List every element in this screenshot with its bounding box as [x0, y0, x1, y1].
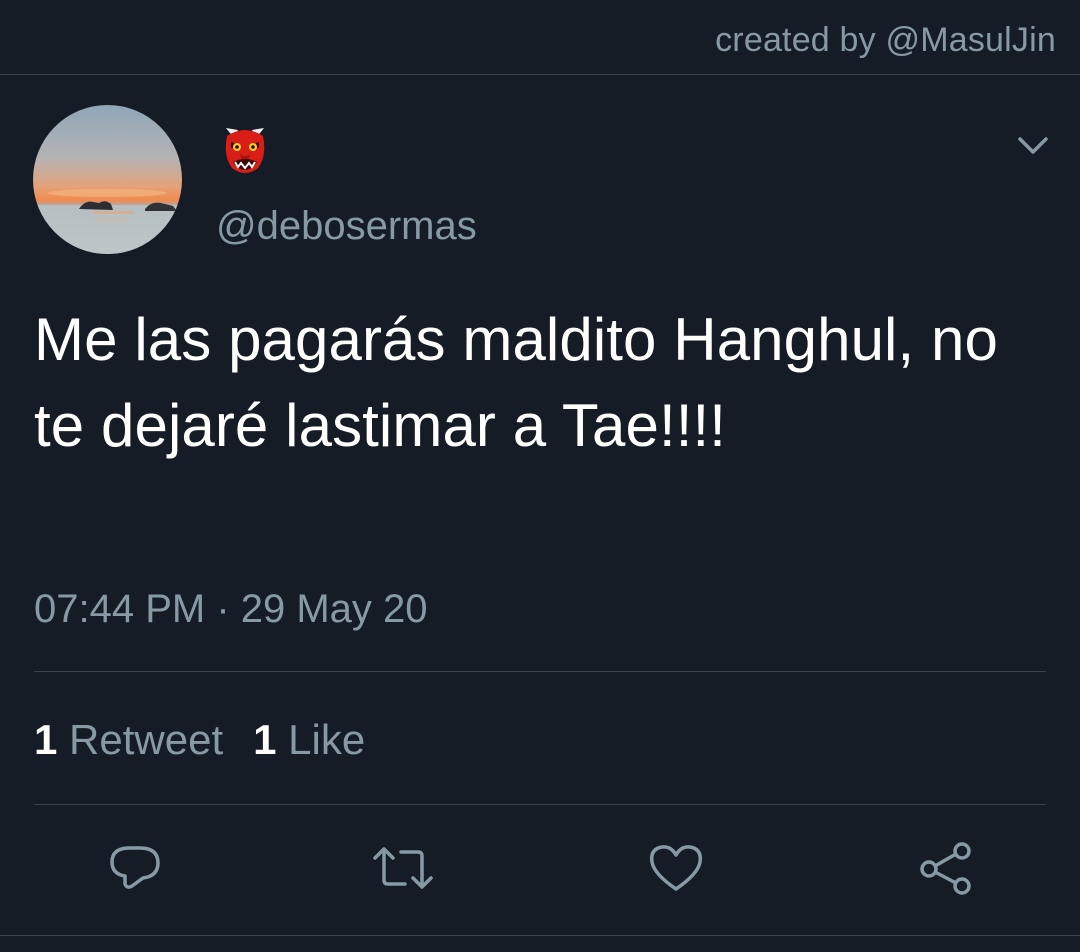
tweet-text: Me las pagarás maldito Hanghul, no te de… [34, 306, 998, 459]
tweet-timestamp[interactable]: 07:44 PM · 29 May 20 [34, 584, 428, 634]
like-count: 1 [253, 716, 277, 763]
credit-watermark: created by @MasulJin [715, 21, 1056, 59]
retweet-count: 1 [34, 716, 58, 763]
like-icon [649, 845, 703, 891]
like-stat[interactable]: 1 Like [253, 714, 365, 766]
chevron-down-icon[interactable] [1014, 132, 1052, 160]
retweet-icon [373, 847, 433, 889]
like-label: Like [288, 716, 366, 763]
retweet-stat[interactable]: 1 Retweet [34, 714, 223, 766]
retweet-button[interactable] [373, 838, 433, 898]
red-oni-mask-icon [225, 128, 265, 173]
engagement-stats: 1 Retweet 1 Like [34, 714, 365, 766]
share-button[interactable] [915, 838, 975, 898]
tweet-screen: created by @MasulJin @debosermas Me las … [0, 0, 1080, 952]
stats-bottom-divider [34, 804, 1046, 805]
header-divider [0, 74, 1080, 75]
display-name-emoji[interactable] [218, 122, 272, 178]
reply-icon [110, 846, 160, 889]
stats-top-divider [34, 671, 1046, 672]
share-icon [920, 842, 971, 895]
author-handle[interactable]: @debosermas [216, 202, 477, 250]
avatar[interactable] [33, 105, 182, 254]
footer-divider [0, 935, 1080, 936]
like-button[interactable] [646, 838, 706, 898]
reply-button[interactable] [105, 838, 165, 898]
retweet-label: Retweet [69, 716, 224, 763]
